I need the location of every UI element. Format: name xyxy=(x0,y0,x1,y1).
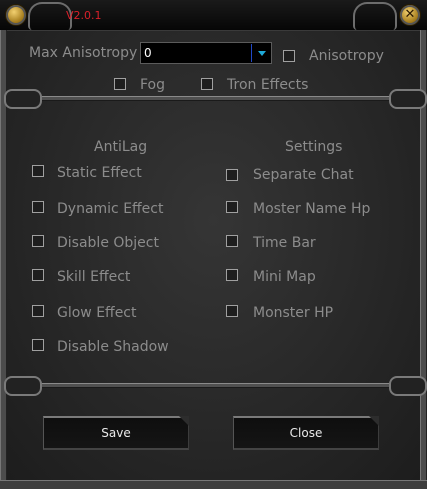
disable-object-checkbox[interactable] xyxy=(32,235,44,247)
disable-shadow-label: Disable Shadow xyxy=(57,339,169,355)
moster-name-hp-label: Moster Name Hp xyxy=(253,201,371,217)
time-bar-checkbox[interactable] xyxy=(226,235,238,247)
static-effect-checkbox[interactable] xyxy=(32,165,44,177)
moster-name-hp-checkbox[interactable] xyxy=(226,201,238,213)
monster-hp-checkbox[interactable] xyxy=(226,305,238,317)
divider-ornament-left xyxy=(4,89,42,109)
chevron-down-icon[interactable] xyxy=(258,51,266,56)
anisotropy-label: Anisotropy xyxy=(309,48,384,64)
mini-map-checkbox[interactable] xyxy=(226,269,238,281)
tron-effects-checkbox[interactable] xyxy=(201,78,213,90)
static-effect-label: Static Effect xyxy=(57,165,142,181)
settings-window: V2.0.1 ✕ Max Anisotropy 0 Anisotropy Fog… xyxy=(0,0,427,489)
close-button[interactable]: Close xyxy=(233,416,379,450)
separate-chat-checkbox[interactable] xyxy=(226,169,238,181)
separate-chat-label: Separate Chat xyxy=(253,167,354,183)
max-anisotropy-label: Max Anisotropy xyxy=(29,45,138,61)
version-label: V2.0.1 xyxy=(66,9,102,22)
save-button-label: Save xyxy=(101,426,131,440)
button-notch xyxy=(179,416,189,426)
skill-effect-label: Skill Effect xyxy=(57,269,131,285)
save-button[interactable]: Save xyxy=(43,416,189,450)
fog-label: Fog xyxy=(140,77,166,93)
close-icon[interactable]: ✕ xyxy=(399,4,421,26)
disable-shadow-checkbox[interactable] xyxy=(32,339,44,351)
divider-bottom xyxy=(14,383,413,388)
glow-effect-label: Glow Effect xyxy=(57,305,137,321)
tron-effects-label: Tron Effects xyxy=(227,77,309,93)
gold-orb-icon xyxy=(5,4,27,26)
monster-hp-label: Monster HP xyxy=(253,305,334,321)
title-bar[interactable]: V2.0.1 ✕ xyxy=(0,0,427,31)
divider-ornament-right xyxy=(389,89,427,109)
close-button-label: Close xyxy=(289,426,323,440)
divider-ornament-right-bottom xyxy=(389,376,427,396)
divider-top xyxy=(14,96,413,101)
dynamic-effect-checkbox[interactable] xyxy=(32,201,44,213)
settings-heading: Settings xyxy=(285,139,343,155)
dynamic-effect-label: Dynamic Effect xyxy=(57,201,164,217)
anisotropy-checkbox[interactable] xyxy=(283,50,295,62)
button-notch xyxy=(369,416,379,426)
frame-bottom xyxy=(0,480,427,489)
scroll-ornament-right xyxy=(353,2,397,30)
disable-object-label: Disable Object xyxy=(57,235,159,251)
mini-map-label: Mini Map xyxy=(253,269,316,285)
antilag-heading: AntiLag xyxy=(94,139,148,155)
divider-ornament-left-bottom xyxy=(4,376,42,396)
dropdown-separator xyxy=(251,44,252,62)
time-bar-label: Time Bar xyxy=(253,235,316,251)
max-anisotropy-value: 0 xyxy=(144,46,152,60)
glow-effect-checkbox[interactable] xyxy=(32,305,44,317)
fog-checkbox[interactable] xyxy=(114,78,126,90)
skill-effect-checkbox[interactable] xyxy=(32,269,44,281)
max-anisotropy-dropdown[interactable]: 0 xyxy=(140,42,272,64)
